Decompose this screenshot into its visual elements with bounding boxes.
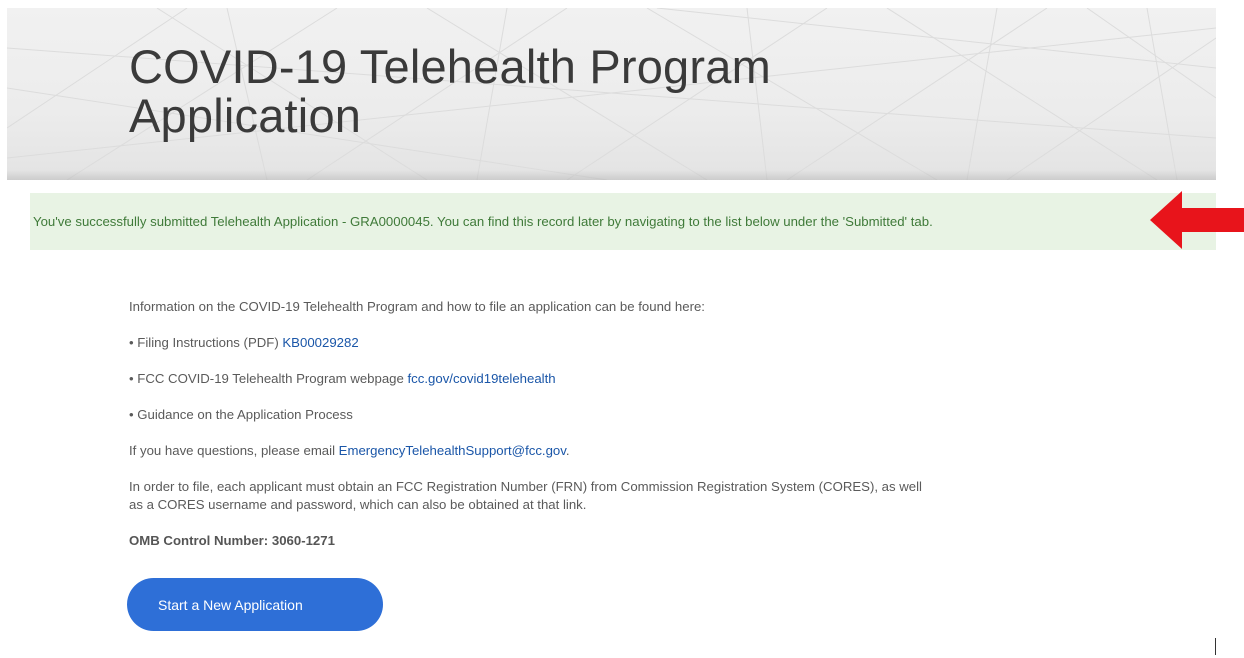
program-webpage-label: • FCC COVID-19 Telehealth Program webpag…	[129, 371, 408, 386]
page-title-line2: Application	[129, 89, 362, 142]
info-filing-instructions: • Filing Instructions (PDF) KB00029282	[129, 334, 1109, 352]
filing-instructions-label: • Filing Instructions (PDF)	[129, 335, 283, 350]
support-email-link[interactable]: EmergencyTelehealthSupport@fcc.gov	[339, 443, 566, 458]
page-title-line1: COVID-19 Telehealth Program	[129, 40, 771, 93]
questions-suffix: .	[565, 443, 570, 458]
filing-instructions-link[interactable]: KB00029282	[282, 335, 358, 350]
text-cursor-mark	[1215, 638, 1216, 655]
info-frn-line1: In order to file, each applicant must ob…	[129, 479, 922, 494]
program-webpage-link[interactable]: fcc.gov/covid19telehealth	[408, 371, 556, 386]
banner-shadow	[7, 170, 1216, 180]
start-new-application-button[interactable]: Start a New Application	[127, 578, 383, 631]
success-alert: You've successfully submitted Telehealth…	[30, 193, 1216, 250]
info-intro: Information on the COVID-19 Telehealth P…	[129, 299, 705, 314]
info-questions: If you have questions, please email Emer…	[129, 442, 1109, 460]
red-arrow-icon	[1150, 191, 1244, 249]
success-alert-message: You've successfully submitted Telehealth…	[33, 214, 933, 229]
questions-label: If you have questions, please email	[129, 443, 339, 458]
page-title: COVID-19 Telehealth Program Application	[129, 42, 771, 140]
info-guidance: • Guidance on the Application Process	[129, 407, 353, 422]
hero-banner: COVID-19 Telehealth Program Application	[7, 8, 1216, 180]
info-program-webpage: • FCC COVID-19 Telehealth Program webpag…	[129, 370, 1109, 388]
program-information: Information on the COVID-19 Telehealth P…	[129, 298, 1109, 550]
info-frn-line2: as a CORES username and password, which …	[129, 497, 587, 512]
omb-control-number: OMB Control Number: 3060-1271	[129, 533, 335, 548]
